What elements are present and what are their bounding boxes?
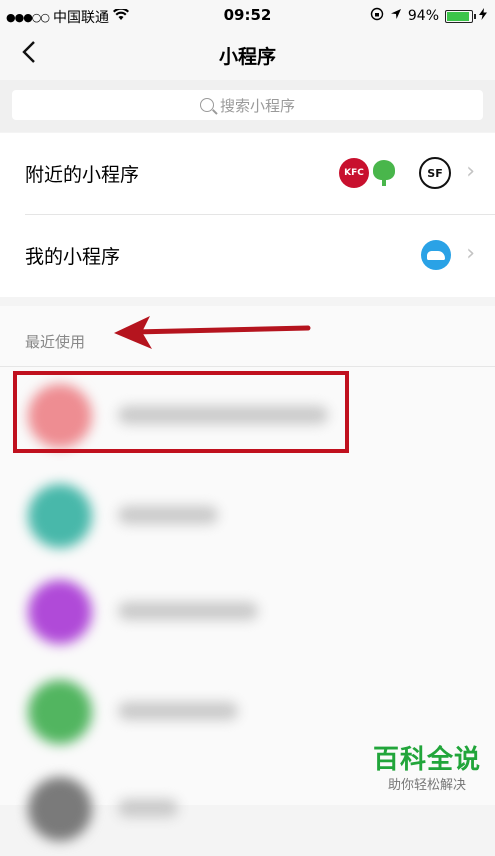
charging-icon	[479, 8, 487, 24]
highlight-box	[13, 371, 349, 453]
kfc-logo: KFC	[339, 158, 369, 188]
status-bar: ●●●○○ 中国联通 09:52 94%	[0, 0, 495, 30]
recent-section-label: 最近使用	[25, 333, 86, 351]
watermark-main: 百科全说	[372, 745, 481, 775]
app-icon	[28, 680, 92, 744]
page-title: 小程序	[218, 46, 276, 68]
app-name-blurred	[118, 602, 258, 620]
nav-bar: 小程序	[0, 30, 495, 80]
status-right: 94%	[370, 7, 487, 25]
search-icon	[199, 98, 214, 112]
row-label: 我的小程序	[25, 246, 121, 268]
row-label: 附近的小程序	[25, 164, 140, 186]
chevron-right-icon: ›	[466, 159, 475, 184]
nearby-mini-programs-row[interactable]: 附近的小程序 KFC SF ›	[0, 133, 495, 213]
search-placeholder: 搜索小程序	[219, 96, 295, 115]
watermark-logo: 百科全说 助你轻松解决	[373, 739, 481, 793]
search-input[interactable]: 搜索小程序	[12, 90, 483, 120]
recent-item-3[interactable]	[0, 564, 495, 659]
my-mini-programs-row[interactable]: 我的小程序 ›	[0, 215, 495, 295]
battery-icon	[445, 9, 476, 23]
train-logo	[421, 240, 451, 270]
location-icon	[390, 8, 402, 24]
recent-item-2[interactable]	[0, 468, 495, 563]
app-icon	[28, 777, 92, 841]
app-name-blurred	[118, 799, 178, 817]
divider	[0, 366, 495, 367]
app-icon	[28, 484, 92, 548]
watermark-sub: 助你轻松解决	[387, 778, 466, 793]
search-area: 搜索小程序	[0, 80, 495, 132]
app-name-blurred	[118, 506, 218, 524]
chevron-right-icon: ›	[466, 241, 475, 266]
nearby-logos: KFC SF	[339, 157, 451, 189]
mini-program-menu: 附近的小程序 KFC SF › 我的小程序 ›	[0, 133, 495, 297]
tree-logo	[371, 158, 417, 188]
app-name-blurred	[118, 702, 238, 720]
battery-percent: 94%	[407, 8, 439, 24]
annotation-arrow-icon	[114, 316, 311, 349]
app-icon	[28, 580, 92, 644]
sf-express-logo: SF	[419, 157, 451, 189]
rotation-lock-icon	[370, 7, 384, 25]
